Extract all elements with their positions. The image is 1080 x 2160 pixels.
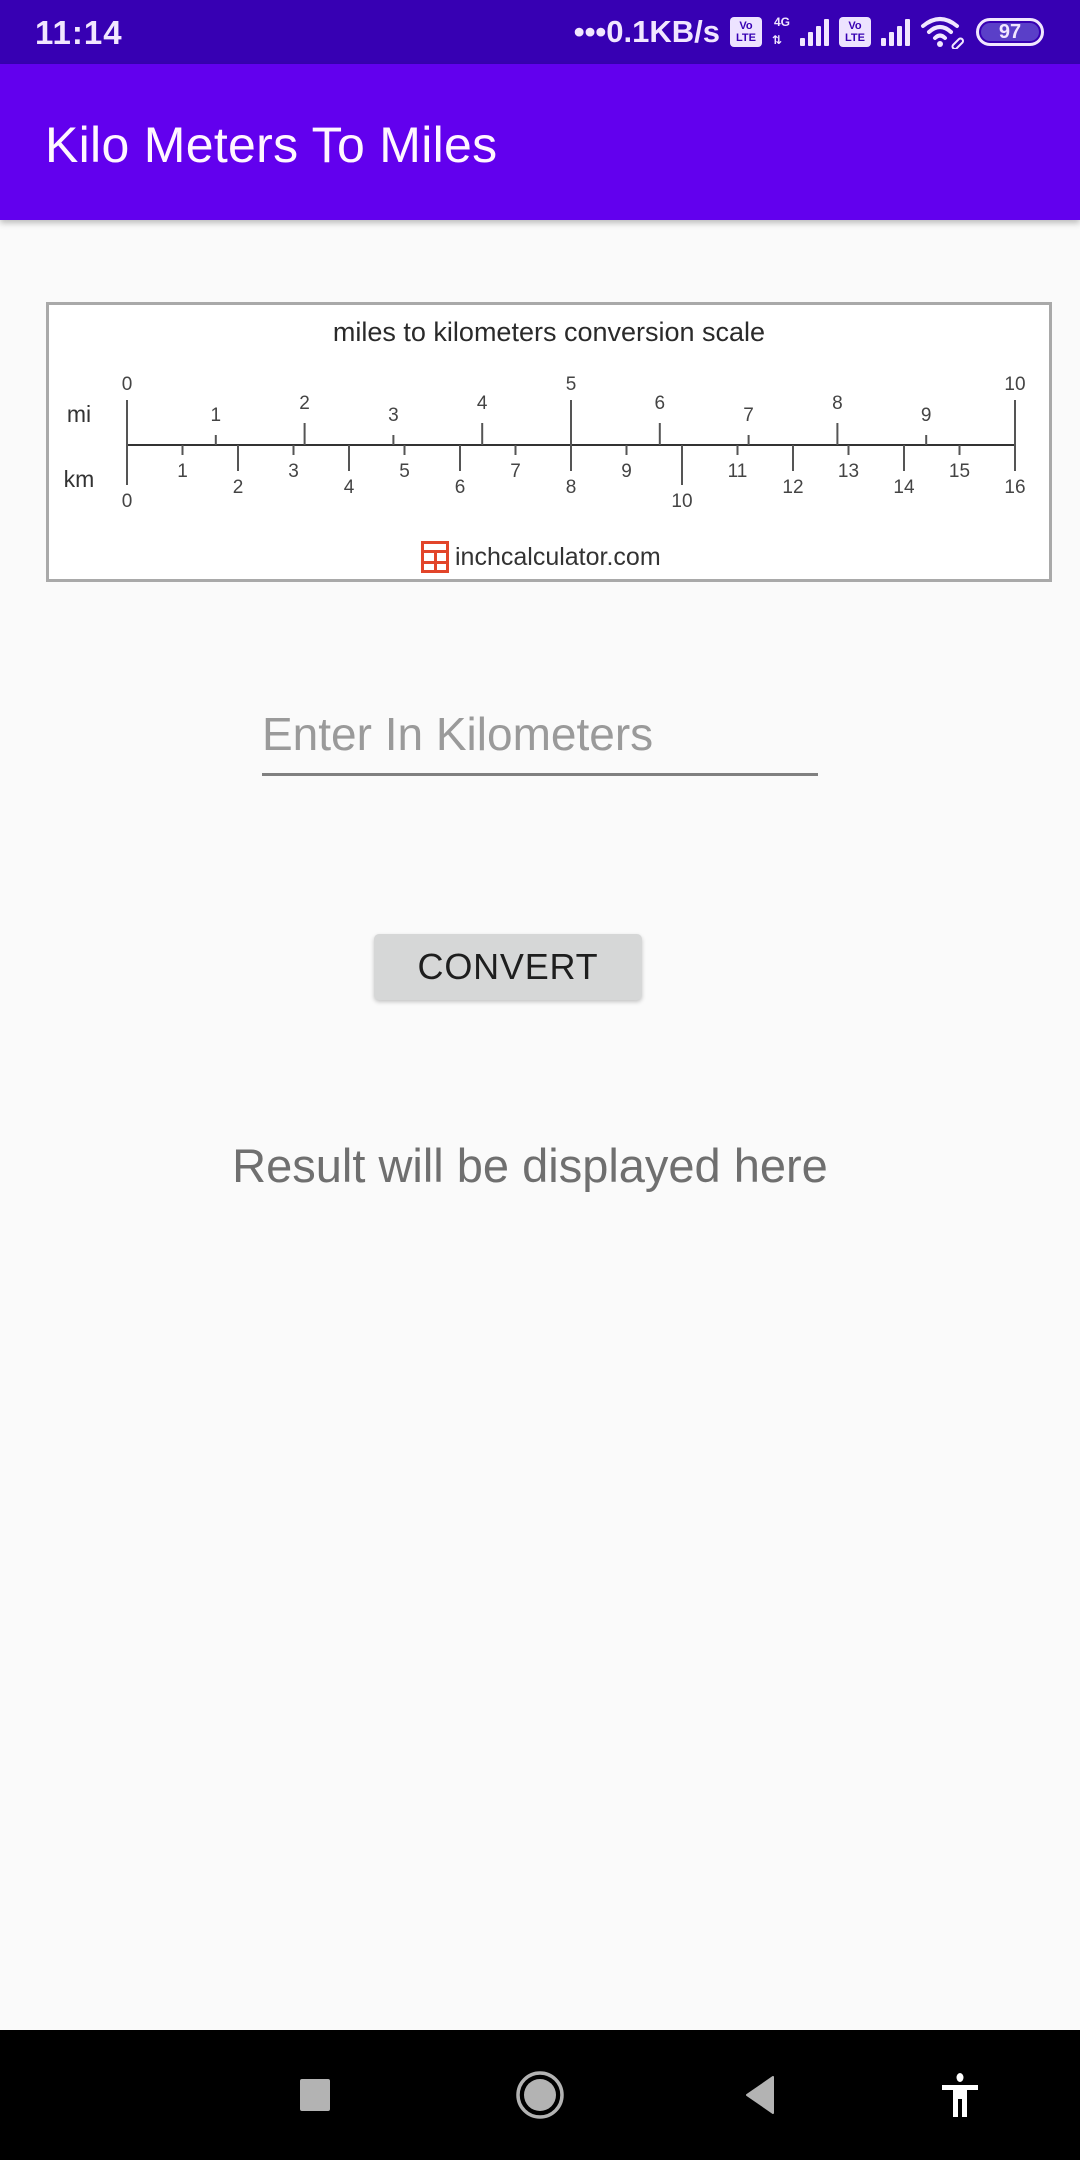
km-tick-label: 10	[671, 491, 692, 512]
conversion-scale-image: miles to kilometers conversion scale mi k…	[46, 302, 1052, 582]
network-speed: •••0.1KB/s	[573, 14, 720, 49]
mi-tick-label: 10	[1004, 374, 1025, 395]
signal-icon	[800, 18, 829, 46]
mi-tick-label: 1	[211, 405, 222, 426]
km-tick-label: 0	[122, 491, 133, 512]
scale-footer-text: inchcalculator.com	[455, 542, 661, 571]
volte-icon: Vo LTE	[730, 17, 762, 47]
mi-tick-label: 2	[299, 393, 310, 414]
km-tick-label: 13	[838, 461, 859, 482]
mi-tick-label: 8	[832, 393, 843, 414]
km-tick-label: 8	[566, 477, 577, 498]
signal-icon	[881, 18, 910, 46]
status-time: 11:14	[35, 14, 123, 51]
accessibility-icon	[942, 2073, 978, 2117]
mi-tick-label: 6	[655, 393, 666, 414]
battery-level: 97	[981, 22, 1039, 42]
network-type-label: 4G	[774, 15, 791, 29]
km-tick-label: 12	[782, 477, 803, 498]
volte-icon: Vo LTE	[839, 17, 871, 47]
back-button[interactable]	[720, 2065, 800, 2125]
scale-ruler: mikm012345678910012345678910111213141516	[64, 374, 1026, 512]
calculator-icon	[421, 541, 449, 573]
mi-tick-label: 4	[477, 393, 488, 414]
app-bar: Kilo Meters To Miles	[0, 64, 1080, 220]
accessibility-button[interactable]	[920, 2065, 1000, 2125]
status-icons: •••0.1KB/s Vo LTE 4G ⇅ Vo LTE 97	[574, 10, 1044, 54]
km-tick-label: 14	[893, 477, 915, 498]
back-icon	[746, 2076, 774, 2114]
battery-icon: 97	[976, 18, 1044, 46]
convert-button[interactable]: CONVERT	[374, 934, 642, 1000]
km-tick-label: 3	[288, 461, 299, 482]
home-icon	[516, 2071, 564, 2119]
app-title: Kilo Meters To Miles	[45, 117, 498, 173]
km-tick-label: 15	[949, 461, 970, 482]
km-tick-label: 11	[728, 461, 748, 482]
km-tick-label: 16	[1004, 477, 1025, 498]
km-tick-label: 6	[455, 477, 466, 498]
km-tick-label: 1	[177, 461, 188, 482]
kilometers-input[interactable]	[262, 700, 818, 776]
recents-icon	[300, 2079, 330, 2111]
mi-tick-label: 5	[566, 374, 577, 395]
mi-tick-label: 0	[122, 374, 133, 395]
km-tick-label: 5	[399, 461, 410, 482]
km-unit-label: km	[64, 466, 95, 492]
mi-tick-label: 7	[743, 405, 754, 426]
data-arrows-icon: ⇅	[772, 33, 783, 47]
km-tick-label: 7	[510, 461, 521, 482]
recents-button[interactable]	[275, 2065, 355, 2125]
km-tick-label: 4	[344, 477, 355, 498]
status-bar: 11:14 •••0.1KB/s Vo LTE 4G ⇅ Vo LTE 97	[0, 0, 1080, 64]
km-tick-label: 2	[233, 477, 244, 498]
mi-unit-label: mi	[67, 401, 91, 427]
navigation-bar	[0, 2030, 1080, 2160]
wifi-icon	[921, 17, 964, 49]
network-type-indicator: 4G ⇅	[772, 15, 791, 47]
scale-footer: inchcalculator.com	[421, 541, 661, 573]
km-tick-label: 9	[621, 461, 632, 482]
result-text: Result will be displayed here	[232, 1139, 828, 1192]
mi-tick-label: 3	[388, 405, 399, 426]
mi-tick-label: 9	[921, 405, 932, 426]
home-button[interactable]	[500, 2065, 580, 2125]
